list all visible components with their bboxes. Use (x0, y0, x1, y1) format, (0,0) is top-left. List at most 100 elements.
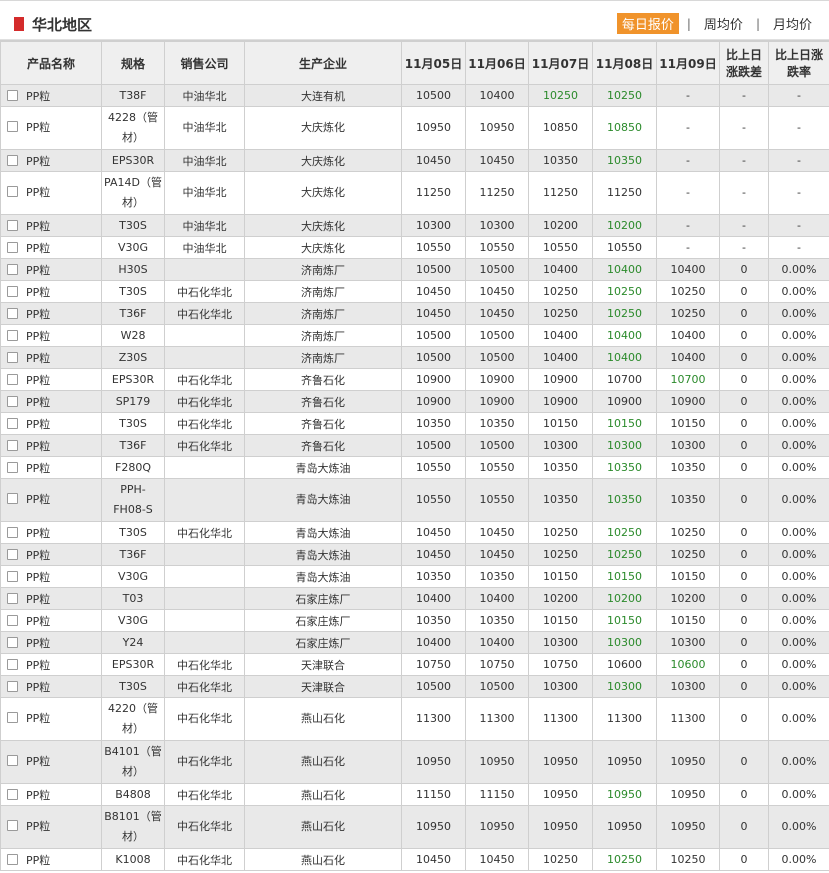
row-checkbox[interactable] (7, 614, 18, 626)
row-checkbox[interactable] (7, 570, 18, 582)
product-cell: PP粒 (0, 848, 102, 871)
row-checkbox[interactable] (7, 329, 18, 341)
row-checkbox[interactable] (7, 548, 18, 560)
product-name: PP粒 (26, 329, 51, 343)
price-cell: 10950 (592, 740, 657, 784)
row-checkbox[interactable] (7, 89, 18, 101)
row-checkbox[interactable] (7, 439, 18, 451)
seller-cell: 中石化华北 (164, 434, 245, 457)
price-cell: 10500 (465, 258, 529, 281)
col-header-date-3: 11月07日 (528, 40, 593, 85)
change-cell: 0 (719, 324, 769, 347)
row-checkbox[interactable] (7, 154, 18, 166)
product-name: PP粒 (26, 820, 51, 833)
table-row: PP粒 V30G 中油华北 大庆炼化 10550 10550 10550 10550- - - (0, 236, 829, 259)
price-cell: 10350 (465, 412, 529, 435)
product-cell: PP粒 (0, 280, 102, 303)
price-cell: 11300 (592, 697, 657, 741)
row-checkbox[interactable] (7, 592, 18, 604)
price-cell: 10250 (528, 543, 593, 566)
row-checkbox[interactable] (7, 755, 18, 766)
price-cell: 10400 (401, 631, 466, 654)
maker-cell: 青岛大炼油 (244, 456, 402, 479)
row-checkbox[interactable] (7, 285, 18, 297)
price-cell: 10250 (592, 84, 657, 107)
product-name: PP粒 (26, 351, 51, 365)
product-cell: PP粒 (0, 543, 102, 566)
price-cell: 10400 (656, 324, 720, 347)
price-cell: 10400 (401, 587, 466, 610)
price-cell: 10350 (528, 456, 593, 479)
change-cell: 0 (719, 609, 769, 632)
price-cell: - (656, 84, 720, 107)
tab-monthly-average[interactable]: 月均价 (768, 13, 817, 34)
table-row: PP粒 T30S 中石化华北 济南炼厂 10450 10450 10250 10250 1025… (0, 280, 829, 303)
row-checkbox[interactable] (7, 461, 18, 473)
change-cell: 0 (719, 675, 769, 698)
product-name: PP粒 (26, 395, 51, 409)
price-cell: 10300 (592, 631, 657, 654)
seller-cell: 中石化华北 (164, 368, 245, 391)
price-cell: 10400 (465, 84, 529, 107)
region-title: 华北地区 (32, 16, 93, 34)
seller-cell: 中油华北 (164, 214, 245, 237)
tab-daily-quote[interactable]: 每日报价 (616, 13, 679, 34)
spec-cell: B4101（管材） (101, 740, 165, 784)
row-checkbox[interactable] (7, 417, 18, 429)
row-checkbox[interactable] (7, 820, 18, 831)
change-rate-cell: 0.00% (768, 302, 829, 325)
spec-cell: T38F (101, 84, 165, 107)
row-checkbox[interactable] (7, 712, 18, 723)
row-checkbox[interactable] (7, 680, 18, 692)
row-checkbox[interactable] (7, 853, 18, 865)
row-checkbox[interactable] (7, 241, 18, 253)
change-rate-cell: 0.00% (768, 631, 829, 654)
change-cell: 0 (719, 456, 769, 479)
row-checkbox[interactable] (7, 395, 18, 407)
row-checkbox[interactable] (7, 493, 18, 504)
row-checkbox[interactable] (7, 186, 18, 197)
price-cell: 10900 (528, 368, 593, 391)
price-cell: 11150 (465, 783, 529, 806)
row-checkbox[interactable] (7, 658, 18, 670)
price-cell: 10350 (401, 412, 466, 435)
tab-weekly-average[interactable]: 周均价 (699, 13, 748, 34)
spec-cell: V30G (101, 609, 165, 632)
price-cell: 10250 (656, 543, 720, 566)
product-cell: PP粒 (0, 434, 102, 457)
region-marker (14, 17, 24, 31)
row-checkbox[interactable] (7, 373, 18, 385)
table-row: PP粒 SP179 中石化华北 齐鲁石化 10900 10900 10900 10900 109… (0, 390, 829, 413)
price-cell: 10400 (656, 258, 720, 281)
row-checkbox[interactable] (7, 526, 18, 538)
change-rate-cell: 0.00% (768, 697, 829, 741)
row-checkbox[interactable] (7, 351, 18, 363)
change-cell: 0 (719, 587, 769, 610)
row-checkbox[interactable] (7, 263, 18, 275)
row-checkbox[interactable] (7, 788, 18, 800)
product-cell: PP粒 (0, 214, 102, 237)
maker-cell: 青岛大炼油 (244, 565, 402, 588)
row-checkbox[interactable] (7, 307, 18, 319)
price-cell: 10350 (656, 478, 720, 522)
seller-cell: 中石化华北 (164, 521, 245, 544)
table-row: PP粒 B8101（管材） 中石化华北 燕山石化 10950 10950 10950 1095… (0, 805, 829, 849)
change-rate-cell: 0.00% (768, 565, 829, 588)
table-row: PP粒 T30S 中石化华北 青岛大炼油 10450 10450 10250 10250 102… (0, 521, 829, 544)
price-cell: 10150 (528, 565, 593, 588)
price-cell: 10700 (656, 368, 720, 391)
product-name: PP粒 (26, 263, 51, 277)
price-cell: 10500 (401, 434, 466, 457)
row-checkbox[interactable] (7, 219, 18, 231)
maker-cell: 石家庄炼厂 (244, 609, 402, 632)
price-cell: 10850 (592, 106, 657, 150)
product-name: PP粒 (26, 373, 51, 387)
row-checkbox[interactable] (7, 636, 18, 648)
row-checkbox[interactable] (7, 121, 18, 132)
price-cell: 10250 (656, 280, 720, 303)
price-cell: 10250 (528, 84, 593, 107)
price-cell: 10300 (656, 675, 720, 698)
change-rate-cell: 0.00% (768, 675, 829, 698)
maker-cell: 大庆炼化 (244, 106, 402, 150)
product-cell: PP粒 (0, 390, 102, 413)
